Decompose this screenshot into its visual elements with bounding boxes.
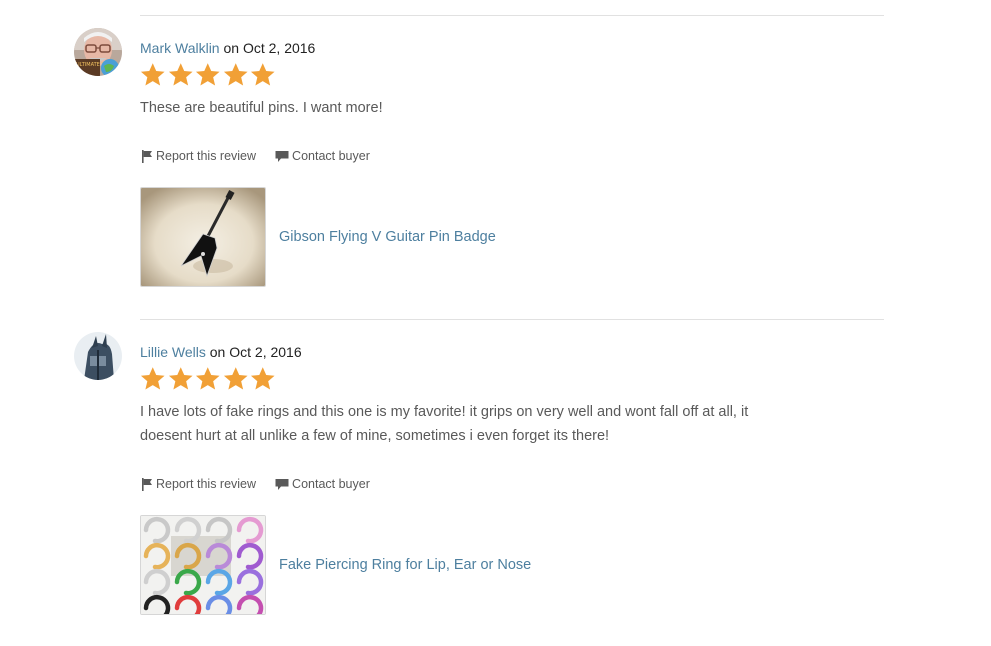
star-icon <box>140 367 165 390</box>
star-icon <box>195 367 220 390</box>
contact-buyer-button[interactable]: Contact buyer <box>275 149 370 163</box>
reviewer-name-link[interactable]: Mark Walklin <box>140 40 220 56</box>
reviewed-product: Fake Piercing Ring for Lip, Ear or Nose <box>140 515 531 615</box>
star-icon <box>168 367 193 390</box>
review-byline: Lillie Wells on Oct 2, 2016 <box>140 344 302 360</box>
contact-buyer-label: Contact buyer <box>292 477 370 491</box>
avatar[interactable] <box>74 332 122 380</box>
guitar-pin-image <box>141 188 265 286</box>
review-text: I have lots of fake rings and this one i… <box>140 404 749 444</box>
message-icon <box>275 478 289 490</box>
avatar[interactable]: ULTIMATE TER <box>74 28 122 76</box>
divider <box>140 319 884 320</box>
star-icon <box>168 63 193 86</box>
report-review-label: Report this review <box>156 149 257 163</box>
contact-buyer-label: Contact buyer <box>292 149 370 163</box>
review-date: Oct 2, 2016 <box>242 40 316 56</box>
review-date: Oct 2, 2016 <box>229 344 302 360</box>
review-text: These are beautiful pins. I want more! <box>140 100 383 116</box>
star-icon <box>223 367 248 390</box>
divider <box>140 15 884 16</box>
star-icon <box>250 63 275 86</box>
reviews-page: ULTIMATE TER Mark Walklin on Oct 2, 2016… <box>0 0 991 646</box>
reviewer-name-link[interactable]: Lillie Wells <box>140 344 206 360</box>
piercing-rings-image <box>141 516 265 614</box>
star-icon <box>250 367 275 390</box>
product-thumbnail[interactable] <box>140 187 266 287</box>
star-rating <box>139 366 277 392</box>
report-review-button[interactable]: Report this review <box>141 477 256 491</box>
review-actions: Report this review Contact buyer <box>141 149 370 163</box>
product-title-link[interactable]: Fake Piercing Ring for Lip, Ear or Nose <box>279 557 531 573</box>
star-icon <box>195 63 220 86</box>
reviewed-product: Gibson Flying V Guitar Pin Badge <box>140 187 496 287</box>
report-review-button[interactable]: Report this review <box>141 149 256 163</box>
flag-icon <box>142 477 152 491</box>
review-actions: Report this review Contact buyer <box>141 477 370 491</box>
flag-icon <box>142 149 152 163</box>
message-icon <box>275 150 289 162</box>
report-review-label: Report this review <box>156 477 257 491</box>
star-icon <box>223 63 248 86</box>
contact-buyer-button[interactable]: Contact buyer <box>275 477 370 491</box>
date-prefix: on <box>223 40 240 56</box>
date-prefix: on <box>209 344 226 360</box>
review-byline: Mark Walklin on Oct 2, 2016 <box>140 40 315 56</box>
star-rating <box>139 62 277 88</box>
product-title-link[interactable]: Gibson Flying V Guitar Pin Badge <box>279 229 496 245</box>
star-icon <box>140 63 165 86</box>
product-thumbnail[interactable] <box>140 515 266 615</box>
